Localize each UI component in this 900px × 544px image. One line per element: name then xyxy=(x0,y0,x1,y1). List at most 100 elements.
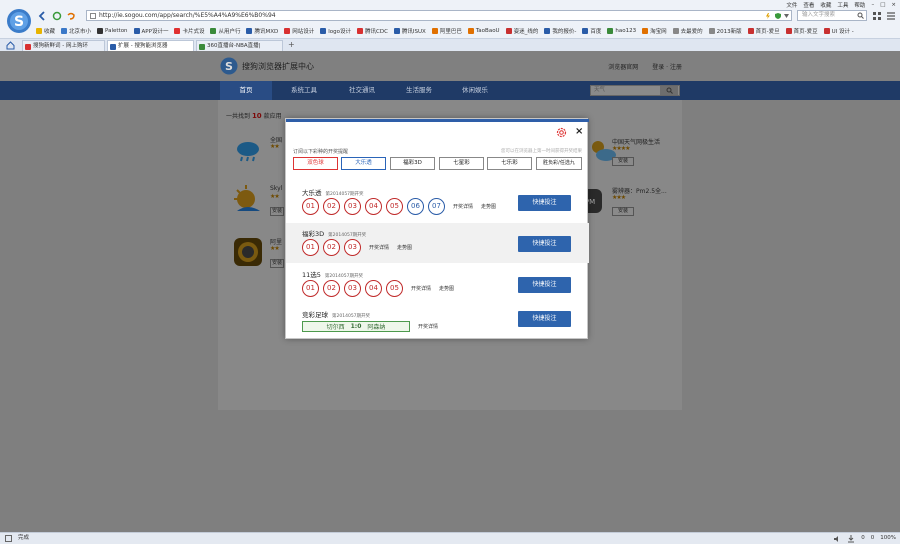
maximize-icon[interactable]: □ xyxy=(880,2,885,8)
bookmark-item[interactable]: 北京市小 xyxy=(61,27,91,35)
bookmark-favicon-icon xyxy=(747,28,754,34)
lottery-tab-qixingcai[interactable]: 七星彩 xyxy=(439,157,484,170)
nav-life-services[interactable]: 生活服务 xyxy=(393,81,445,100)
undo-icon[interactable] xyxy=(66,11,76,21)
browser-site-link[interactable]: 浏览器官网 xyxy=(608,62,638,71)
weather-cloud-app-icon[interactable] xyxy=(232,135,264,167)
install-button[interactable]: 安装 xyxy=(270,207,284,216)
lottery-tab-daletou[interactable]: 大乐透 xyxy=(341,157,386,170)
bookmark-item[interactable]: 去最爱的 xyxy=(672,27,703,35)
refresh-icon[interactable] xyxy=(52,11,62,21)
gear-icon[interactable] xyxy=(555,126,568,139)
quick-bet-button[interactable]: 快捷投注 xyxy=(518,311,571,327)
trend-chart-link[interactable]: 走势图 xyxy=(439,285,454,292)
settings-menu-icon[interactable] xyxy=(887,12,895,20)
new-tab-icon[interactable]: + xyxy=(288,40,295,49)
bookmark-item[interactable]: logo设计 xyxy=(320,27,351,35)
speaker-icon[interactable] xyxy=(833,535,841,543)
tab-1[interactable]: 扩展 - 搜狗能浏览器 xyxy=(107,40,194,51)
draw-details-link[interactable]: 开奖详情 xyxy=(411,285,431,292)
bookmark-item[interactable]: 阿里巴巴 xyxy=(431,27,462,35)
address-bar[interactable]: http://ie.sogou.com/app/search/%E5%A4%A9… xyxy=(86,10,792,21)
red-ball: 01 xyxy=(302,198,319,215)
match-score: 1:0 xyxy=(350,323,362,330)
lottery-tab-qilecai[interactable]: 七乐彩 xyxy=(487,157,532,170)
dialog-top-border xyxy=(286,119,589,122)
bookmark-item[interactable]: 首页-爱豆 xyxy=(785,27,818,35)
draw-details-link[interactable]: 开奖详情 xyxy=(369,244,389,251)
bookmark-item[interactable]: UI 设计 - xyxy=(823,27,854,35)
browser-chrome: 文件 查看 收藏 工具 帮助 – □ × S http://ie.sogou.com/app/… xyxy=(0,0,900,51)
minimize-icon[interactable]: – xyxy=(871,2,874,8)
bookmark-label: 淘宝网 xyxy=(650,29,667,35)
window-menu-item[interactable]: 文件 xyxy=(786,1,797,9)
tab-0[interactable]: 搜狗新鲜词 - 网上购环 xyxy=(22,40,105,51)
bookmark-item[interactable]: 腾讯CDC xyxy=(357,27,388,35)
draw-details-link[interactable]: 开奖详情 xyxy=(453,203,473,210)
nav-entertainment[interactable]: 休闲娱乐 xyxy=(449,81,501,100)
lightning-icon[interactable] xyxy=(765,13,771,19)
bookmark-item[interactable]: 2013新版 xyxy=(708,27,742,35)
bookmark-item[interactable]: 从用户行 xyxy=(210,27,240,35)
skyline-weather-app-icon[interactable] xyxy=(232,183,264,215)
app-name[interactable]: Skyl xyxy=(270,185,282,192)
draw-balls: 01 02 03 开奖详情 走势图 xyxy=(302,239,412,256)
bookmark-item[interactable]: 百度 xyxy=(582,27,601,35)
page-icon xyxy=(90,13,96,19)
bookmark-item[interactable]: TaoBaoU xyxy=(467,28,500,34)
login-link[interactable]: 登录 · 注册 xyxy=(652,62,682,71)
status-count-a: 0 xyxy=(861,535,865,541)
quick-bet-button[interactable]: 快捷投注 xyxy=(518,236,571,252)
bookmark-item[interactable]: 腾讯MXD xyxy=(246,27,278,35)
search-input[interactable]: 输入文字搜索 xyxy=(797,10,867,21)
site-header: S 搜狗浏览器扩展中心 浏览器官网 登录 · 注册 xyxy=(0,51,900,81)
bookmark-item[interactable]: 我的报价- xyxy=(544,27,576,35)
site-search-button[interactable] xyxy=(660,86,678,95)
window-menu-item[interactable]: 收藏 xyxy=(820,1,831,9)
bookmark-item[interactable]: 腾讯ISUX xyxy=(393,27,426,35)
install-button[interactable]: 安装 xyxy=(612,207,634,216)
draw-details-link[interactable]: 开奖详情 xyxy=(418,323,438,330)
bookmark-item[interactable]: 网站设计 xyxy=(284,27,314,35)
bookmark-item[interactable]: 首页-爱旦 xyxy=(747,27,780,35)
site-logo-icon[interactable]: S xyxy=(220,57,238,75)
search-icon[interactable] xyxy=(857,12,864,19)
window-menu-item[interactable]: 工具 xyxy=(837,1,848,9)
close-icon[interactable]: × xyxy=(575,127,583,137)
chevron-down-icon[interactable] xyxy=(784,14,789,18)
download-icon[interactable] xyxy=(847,535,855,543)
sogou-browser-logo-icon[interactable]: S xyxy=(6,8,32,34)
quick-bet-button[interactable]: 快捷投注 xyxy=(518,277,571,293)
install-button[interactable]: 安装 xyxy=(612,157,634,166)
tab-2[interactable]: 360直播台-NBA直播| xyxy=(196,40,283,51)
match-result-box: 切尔西 1:0 阿森纳 xyxy=(302,321,410,332)
bookmark-item[interactable]: 卡片式设 xyxy=(174,27,204,35)
bookmark-item[interactable]: Paletton xyxy=(97,28,128,34)
lottery-tab-fucai3d[interactable]: 福彩3D xyxy=(390,157,435,170)
back-icon[interactable] xyxy=(37,11,47,21)
window-menu-item[interactable]: 帮助 xyxy=(854,1,865,9)
window-close-icon[interactable]: × xyxy=(891,2,896,8)
quick-bet-button[interactable]: 快捷投注 xyxy=(518,195,571,211)
bookmark-item[interactable]: 淘宝网 xyxy=(642,27,667,35)
lottery-tab-shuangseqiu[interactable]: 双色球 xyxy=(293,157,338,170)
nav-home[interactable]: 首页 xyxy=(220,81,272,100)
bookmark-item[interactable]: 收藏 xyxy=(36,27,55,35)
bookmark-item[interactable]: 姿迷_线的 xyxy=(505,27,538,35)
lottery-tab-shengfucai[interactable]: 胜负彩/任选九 xyxy=(536,157,582,170)
home-icon[interactable] xyxy=(6,41,15,50)
zoom-level[interactable]: 100% xyxy=(880,533,896,544)
window-menu-item[interactable]: 查看 xyxy=(803,1,814,9)
draw-balls: 01 02 03 04 05 06 07 开奖详情 走势图 xyxy=(302,198,496,215)
bookmark-item[interactable]: APP设计一 xyxy=(133,27,168,35)
trend-chart-link[interactable]: 走势图 xyxy=(481,203,496,210)
install-button[interactable]: 安装 xyxy=(270,259,284,268)
bookmark-item[interactable]: hao123 xyxy=(607,28,636,34)
bookmark-label: 网站设计 xyxy=(292,29,315,35)
ali-weather-app-icon[interactable] xyxy=(232,236,264,268)
trend-chart-link[interactable]: 走势图 xyxy=(397,244,412,251)
shield-icon[interactable] xyxy=(775,13,781,19)
nav-system-tools[interactable]: 系统工具 xyxy=(278,81,330,100)
menu-grid-icon[interactable] xyxy=(873,12,881,20)
nav-social[interactable]: 社交通讯 xyxy=(336,81,388,100)
